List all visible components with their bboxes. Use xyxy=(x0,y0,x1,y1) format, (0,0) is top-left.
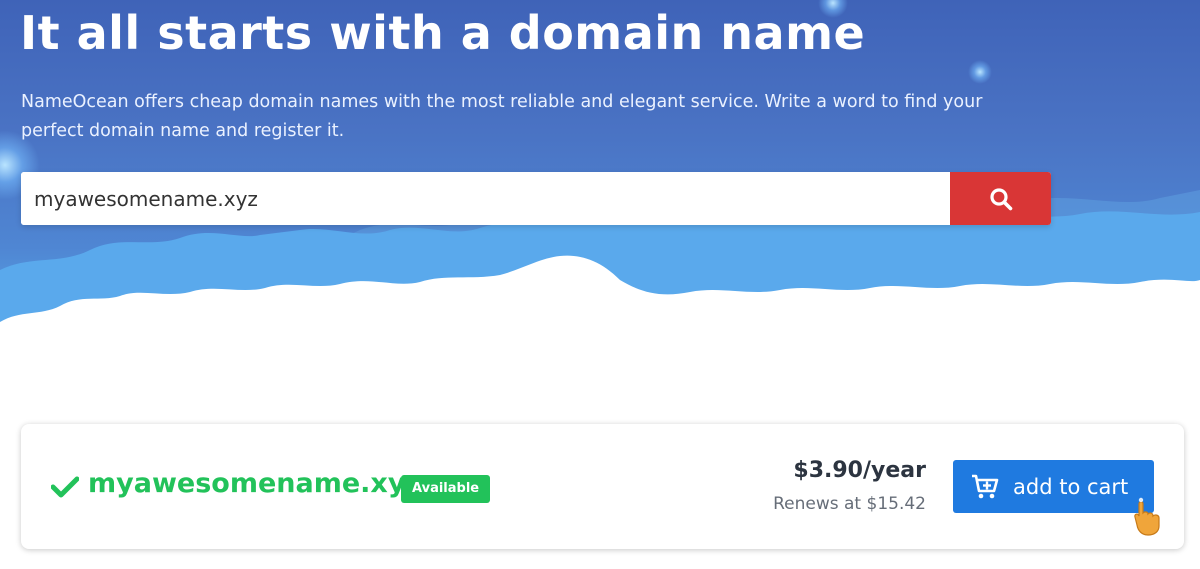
star-glow xyxy=(968,60,992,84)
clouds-illustration xyxy=(0,190,1200,330)
domain-search-input[interactable] xyxy=(21,172,950,225)
renewal-price: Renews at $15.42 xyxy=(773,494,926,514)
domain-price: $3.90/year xyxy=(793,458,926,483)
add-to-cart-button[interactable]: add to cart xyxy=(953,460,1154,513)
check-icon xyxy=(51,476,79,498)
hero-subtitle: NameOcean offers cheap domain names with… xyxy=(21,92,983,141)
add-to-cart-label: add to cart xyxy=(1013,474,1129,499)
search-button[interactable] xyxy=(950,172,1051,225)
domain-search-bar xyxy=(21,172,1051,225)
hero-banner: It all starts with a domain name NameOce… xyxy=(0,0,1200,330)
domain-result-card: myawesomename.xyz Available $3.90/year R… xyxy=(21,424,1184,549)
result-domain-name: myawesomename.xyz xyxy=(88,468,422,499)
search-icon xyxy=(989,187,1012,210)
available-badge: Available xyxy=(401,475,491,503)
pointing-hand-icon xyxy=(1134,497,1160,536)
page-title: It all starts with a domain name xyxy=(20,6,866,60)
cart-plus-icon xyxy=(972,474,999,498)
